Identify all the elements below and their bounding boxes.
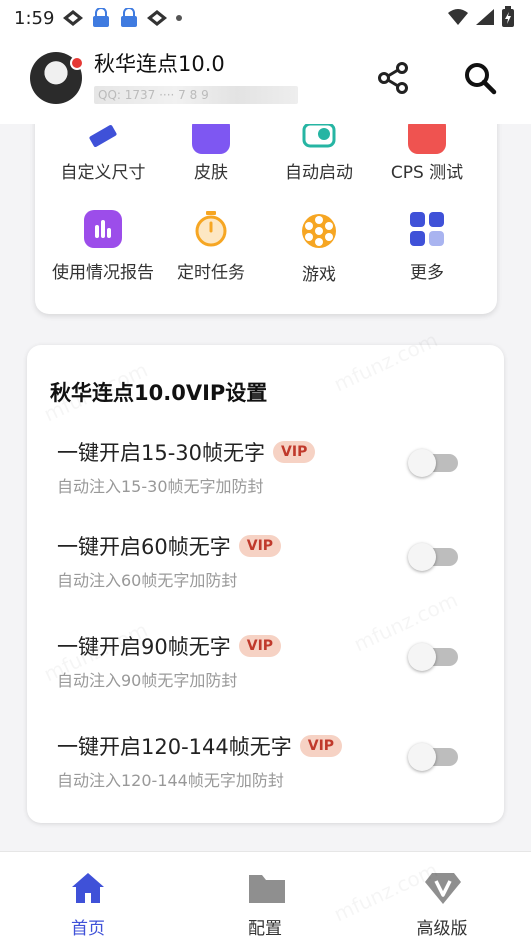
feature-label: 自定义尺寸 (60, 163, 146, 183)
timer-icon (192, 210, 230, 248)
vip-settings-card: 秋华连点10.0VIP设置 一键开启15-30帧无字 VIP 自动注入15-30… (27, 345, 504, 823)
option-title: 一键开启15-30帧无字 (57, 441, 266, 465)
option-title-row: 一键开启60帧无字 VIP (57, 531, 282, 561)
feature-label: 游戏 (302, 265, 336, 285)
option-title: 一键开启120-144帧无字 (57, 735, 292, 759)
option-description: 自动注入15-30帧无字加防封 (57, 477, 264, 496)
option-title-row: 一键开启15-30帧无字 VIP (57, 437, 316, 467)
search-button[interactable] (462, 60, 498, 96)
vip-card-title: 秋华连点10.0VIP设置 (50, 381, 268, 405)
toggle-switch-15-30fps[interactable] (408, 449, 458, 477)
option-description: 自动注入60帧无字加防封 (57, 571, 238, 590)
status-bar: 1:59 (0, 0, 531, 36)
more-grid-icon (408, 210, 446, 248)
toggle-switch-120-144fps[interactable] (408, 743, 458, 771)
feature-label: 皮肤 (194, 163, 228, 183)
wifi-icon (447, 8, 469, 31)
toggle-switch-90fps[interactable] (408, 643, 458, 671)
vip-badge: VIP (238, 535, 282, 557)
dot-icon (174, 13, 184, 23)
option-title-row: 一键开启120-144帧无字 VIP (57, 731, 343, 761)
feature-row-1: 自定义尺寸 皮肤 自动启动 CPS 测试 (35, 116, 497, 183)
switch-thumb (408, 743, 436, 771)
avatar[interactable] (30, 52, 84, 104)
nav-tab-home[interactable]: 首页 (28, 852, 148, 944)
status-right (447, 6, 515, 33)
nav-label: 高级版 (416, 919, 468, 939)
switch-thumb (408, 643, 436, 671)
switch-thumb (408, 543, 436, 571)
nav-tab-premium[interactable]: 高级版 (382, 852, 502, 944)
nav-tab-config[interactable]: 配置 (205, 852, 325, 944)
vip-option-15-30fps: 一键开启15-30帧无字 VIP 自动注入15-30帧无字加防封 (27, 437, 504, 507)
feature-label: 定时任务 (177, 263, 245, 283)
vip-badge: VIP (238, 635, 282, 657)
nav-label: 配置 (248, 919, 282, 939)
premium-v-icon (424, 870, 461, 906)
vip-option-120-144fps: 一键开启120-144帧无字 VIP 自动注入120-144帧无字加防封 (27, 731, 504, 801)
option-title-row: 一键开启90帧无字 VIP (57, 631, 282, 661)
vip-option-60fps: 一键开启60帧无字 VIP 自动注入60帧无字加防封 (27, 531, 504, 601)
app-header: 秋华连点10.0 QQ: 1737 ···· 7 8 9 (0, 40, 531, 124)
top-area: 1:59 秋华连点10.0 QQ: 1737 ···· 7 8 9 (0, 0, 531, 124)
share-icon (378, 62, 408, 94)
user-name: 秋华连点10.0 (94, 52, 225, 76)
usage-report-icon (84, 210, 122, 248)
vip-badge: VIP (273, 441, 316, 463)
option-title: 一键开启90帧无字 (57, 635, 231, 659)
feature-label: 自动启动 (285, 163, 353, 183)
user-account-blurred: QQ: 1737 ···· 7 8 9 (94, 86, 298, 104)
feature-row-2: 使用情况报告 定时任务 游戏 更多 (35, 210, 497, 285)
feature-label: 使用情况报告 (52, 263, 154, 283)
signal-diamond-icon (62, 9, 84, 27)
switch-thumb (408, 449, 436, 477)
cell-signal-icon (475, 8, 495, 31)
toggle-switch-60fps[interactable] (408, 543, 458, 571)
folder-icon (247, 870, 285, 906)
option-title: 一键开启60帧无字 (57, 535, 231, 559)
option-description: 自动注入120-144帧无字加防封 (57, 771, 284, 790)
home-icon (70, 870, 106, 906)
search-icon (465, 63, 497, 95)
nav-label: 首页 (71, 919, 105, 939)
feature-label: 更多 (410, 263, 444, 283)
vip-badge: VIP (299, 735, 343, 757)
option-description: 自动注入90帧无字加防封 (57, 671, 238, 690)
feature-label: CPS 测试 (390, 163, 464, 183)
vip-option-90fps: 一键开启90帧无字 VIP 自动注入90帧无字加防封 (27, 631, 504, 701)
signal-diamond-icon (146, 9, 168, 27)
battery-icon (501, 6, 515, 33)
share-button[interactable] (375, 60, 411, 96)
lock-bars-icon (118, 8, 140, 28)
bottom-navigation: 首页 配置 高级版 (0, 851, 531, 944)
game-wheel-icon (300, 212, 338, 250)
status-time: 1:59 (14, 7, 55, 29)
notification-dot (70, 56, 84, 70)
lock-bars-icon (90, 8, 112, 28)
